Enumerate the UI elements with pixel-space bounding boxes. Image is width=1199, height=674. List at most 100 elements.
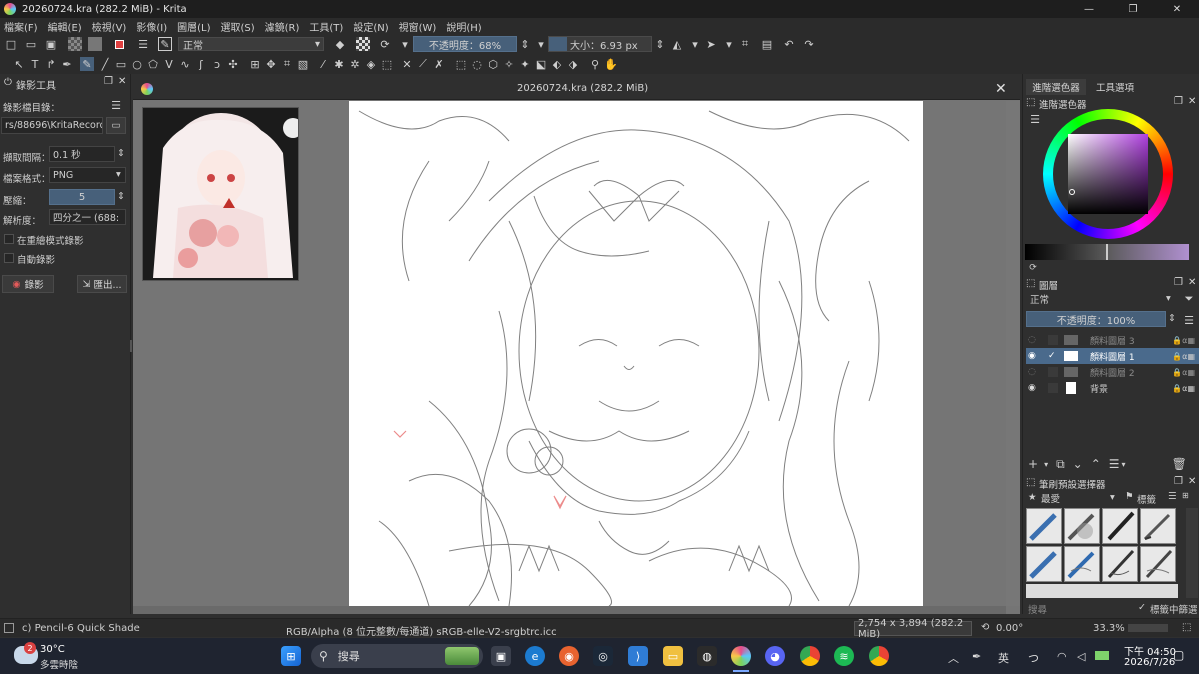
close-docker-icon[interactable]: ✕ [1188,96,1196,107]
move-up-icon[interactable]: ⌃ [1091,457,1101,471]
menu-image[interactable]: 影像(I) [136,19,167,34]
float-docker-icon[interactable]: ❐ [1174,277,1183,288]
spin-icon[interactable]: ⇕ [117,148,125,159]
tag-button[interactable]: 標籤 [1137,492,1156,506]
layer-properties-icon[interactable]: ☰ [1109,457,1120,471]
bezier-select-icon[interactable]: ⬖ [550,57,564,71]
splitter-handle[interactable] [130,340,132,352]
visibility-icon[interactable]: ◉ [1028,351,1042,361]
tab-tool-options[interactable]: 工具選項 [1088,79,1142,95]
vscode-icon[interactable]: ⟩ [628,646,648,666]
layer-row[interactable]: ◌ 顏料圖層 2 🔒⍺▦ [1026,364,1199,380]
save-document-icon[interactable]: ▣ [44,37,58,51]
clock-date[interactable]: 2026/7/26 [1124,657,1175,668]
enclose-fill-icon[interactable]: ⬚ [380,57,394,71]
open-document-icon[interactable]: ▭ [24,37,38,51]
format-select[interactable]: PNG [49,167,126,183]
layer-lock-icon[interactable]: 🔒⍺▦ [1172,336,1195,345]
opacity-spin-icon[interactable]: ⇕ [518,37,532,51]
zoom-tool-icon[interactable]: ⚲ [588,57,602,71]
edge-browser-icon[interactable]: e [525,646,545,666]
rotation-icon[interactable]: ⟲ [981,622,989,633]
brush-settings-icon[interactable]: ☰ [136,37,150,51]
layer-checkbox[interactable] [1048,335,1058,345]
layer-lock-icon[interactable]: 🔒⍺▦ [1172,368,1195,377]
file-explorer-icon[interactable]: ▭ [663,646,683,666]
reload-preset-icon[interactable]: ⟳ [378,37,392,51]
vertical-scrollbar[interactable] [1006,101,1020,606]
clock-time[interactable]: 下午 04:50 [1124,643,1176,658]
volume-icon[interactable]: ◁ [1077,650,1085,663]
repaint-checkbox[interactable] [4,234,14,244]
menu-tools[interactable]: 工具(T) [309,19,343,34]
steam-icon[interactable]: ◎ [593,646,613,666]
battery-icon[interactable] [1095,651,1109,660]
rect-select-icon[interactable]: ⬚ [454,57,468,71]
bezier-tool-icon[interactable]: ∿ [178,57,192,71]
chevron-down-icon[interactable]: ▾ [722,37,736,51]
smart-patch-icon[interactable]: ✱ [332,57,346,71]
move-down-icon[interactable]: ⌄ [1073,457,1083,471]
freehand-brush-icon[interactable]: ✎ [80,57,94,71]
move-tool-icon[interactable]: ✥ [264,57,278,71]
close-docker-icon[interactable]: ✕ [1188,277,1196,288]
reference-thumbnail[interactable] [142,107,299,281]
layer-row[interactable]: ◉ 背景 🔒⍺▦ [1026,380,1199,396]
edit-shapes-icon[interactable]: ↱ [44,57,58,71]
task-view-icon[interactable]: ▣ [491,646,511,666]
taskbar-search[interactable]: ⚲ 搜尋 [311,644,483,668]
chrome-icon[interactable] [800,646,820,666]
brush-preset-tile[interactable] [1026,546,1062,582]
ellipse-select-icon[interactable]: ◌ [470,57,484,71]
ellipse-tool-icon[interactable]: ○ [130,57,144,71]
ime-indicator[interactable]: 英 [998,650,1009,666]
size-slider[interactable]: 大小：6.93 px [548,36,652,52]
chevron-down-icon[interactable]: ▾ [688,37,702,51]
menu-edit[interactable]: 編輯(E) [48,19,82,34]
menu-file[interactable]: 檔案(F) [4,19,38,34]
resolution-select[interactable]: 四分之一 (688: [49,209,126,225]
record-button[interactable]: ◉ 錄影 [2,275,54,293]
visibility-icon[interactable]: ◌ [1028,367,1042,377]
chrome-profile-icon[interactable] [869,646,889,666]
menu-filter[interactable]: 濾鏡(R) [265,19,300,34]
measure-tool-icon[interactable]: ⟋ [416,57,430,71]
interval-input[interactable]: 0.1 秒 [49,146,115,162]
spin-icon[interactable]: ⇕ [117,191,125,202]
undo-icon[interactable]: ↶ [782,37,796,51]
fullscreen-icon[interactable]: ⬚ [1182,622,1191,633]
menu-view[interactable]: 檢視(V) [92,19,127,34]
pattern-swatch-icon[interactable] [68,37,82,51]
gradient-tool-icon[interactable]: ▧ [296,57,310,71]
refresh-icon[interactable]: ⟳ [1026,261,1040,275]
polygon-tool-icon[interactable]: ⬠ [146,57,160,71]
ime-mode-icon[interactable]: つ [1028,650,1039,666]
contiguous-select-icon[interactable]: ✦ [518,57,532,71]
freehand-select-icon[interactable]: ✧ [502,57,516,71]
chevron-down-icon[interactable]: ▾ [1044,460,1048,469]
mirror-horizontal-icon[interactable]: ◭ [670,37,684,51]
brush-tag-select[interactable]: 最愛 [1037,491,1119,505]
browse-folder-button[interactable]: ▭ [106,117,126,134]
krita-taskbar-icon[interactable] [731,646,751,666]
drawing-canvas[interactable] [349,101,923,606]
layer-opacity-slider[interactable]: 不透明度：100% [1026,311,1166,327]
brush-scrollbar[interactable] [1186,508,1198,598]
select-shapes-icon[interactable]: ↖ [12,57,26,71]
spin-icon[interactable]: ⇕ [1168,313,1176,324]
layer-lock-icon[interactable]: 🔒⍺▦ [1172,352,1195,361]
app-icon[interactable]: ◍ [697,646,717,666]
brush-menu-icon[interactable]: ☰ [1168,491,1177,502]
dir-input[interactable]: rs/88696\KritaRecorder [1,117,103,134]
text-tool-icon[interactable]: T [28,57,42,71]
float-docker-icon[interactable]: ❐ [104,76,113,87]
spotify-icon[interactable]: ≋ [834,646,854,666]
magnetic-select-icon[interactable]: ⬗ [566,57,580,71]
start-button[interactable]: ⊞ [281,646,301,666]
fill-tool-icon[interactable]: ◈ [364,57,378,71]
preserve-alpha-icon[interactable] [356,37,370,51]
colorize-mask-icon[interactable]: ✲ [348,57,362,71]
new-document-icon[interactable]: □ [4,37,18,51]
delete-layer-icon[interactable]: 🗑 [1172,457,1187,471]
brush-view-icon[interactable]: ⊞ [1182,491,1189,500]
